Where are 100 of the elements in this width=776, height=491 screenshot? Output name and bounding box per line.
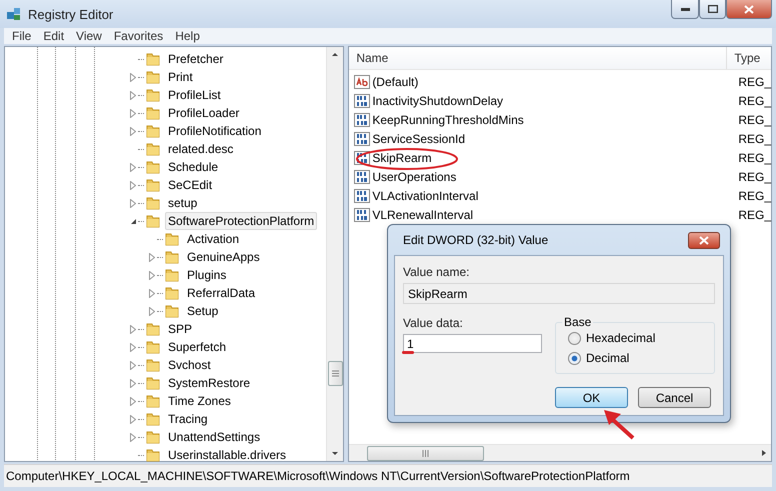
expand-icon[interactable] [149, 288, 155, 298]
value-name[interactable]: VLActivationInterval [370, 188, 732, 202]
tree-item[interactable]: GenuineApps [184, 248, 263, 266]
scrollbar[interactable] [326, 47, 344, 461]
tree-item[interactable]: SeCEdit [165, 176, 216, 194]
value-name-field[interactable]: SkipRearm [403, 283, 715, 304]
close-icon [744, 4, 754, 14]
menu-item[interactable]: Help [169, 28, 206, 44]
close-button[interactable] [688, 232, 720, 248]
folder-icon [145, 411, 161, 427]
tree-item[interactable]: SystemRestore [165, 374, 254, 392]
tree-item[interactable]: Schedule [165, 158, 222, 176]
tree-item[interactable]: SPP [165, 320, 196, 338]
tree-item[interactable]: ProfileNotification [165, 122, 264, 140]
scroll-right-icon[interactable] [761, 449, 767, 457]
binary-value-icon [354, 188, 370, 204]
value-name[interactable]: KeepRunningThresholdMins [370, 112, 732, 126]
value-type: REG_ [737, 94, 771, 108]
value-name[interactable]: UserOperations [370, 170, 732, 184]
folder-icon [164, 231, 180, 247]
close-button[interactable] [726, 0, 772, 19]
underline-mark [402, 351, 414, 354]
tree-item[interactable]: ProfileLoader [165, 104, 242, 122]
tree-item[interactable]: Print [165, 68, 196, 86]
value-name[interactable]: (Default) [370, 74, 732, 88]
tree-item[interactable]: Plugins [184, 266, 230, 284]
tree-item[interactable]: SoftwareProtectionPlatform [165, 212, 318, 230]
expand-icon[interactable] [149, 252, 155, 262]
tree-item[interactable]: Tracing [165, 410, 211, 428]
maximize-button[interactable] [699, 0, 726, 19]
radio-option[interactable]: Decimal [568, 351, 704, 365]
folder-icon [145, 69, 161, 85]
expand-icon[interactable] [130, 342, 136, 352]
ok-button[interactable]: OK [555, 387, 628, 408]
collapse-icon[interactable] [130, 218, 136, 224]
menu-item[interactable]: View [70, 28, 108, 44]
value-type: REG_ [737, 170, 771, 184]
tree-item[interactable]: Svchost [165, 356, 214, 374]
expand-icon[interactable] [130, 360, 136, 370]
value-data-field[interactable]: 1 [403, 334, 542, 353]
grip-icon [422, 450, 430, 456]
expand-icon[interactable] [130, 378, 136, 388]
expand-icon[interactable] [130, 108, 136, 118]
folder-icon [145, 159, 161, 175]
tree-item[interactable]: Userinstallable.drivers [165, 446, 290, 464]
folder-icon [145, 213, 161, 229]
arrow-icon [604, 410, 634, 440]
expand-icon[interactable] [130, 432, 136, 442]
value-name[interactable]: VLRenewalInterval [370, 208, 732, 222]
minimize-icon [680, 8, 690, 10]
key-path: Computer\HKEY_LOCAL_MACHINE\SOFTWARE\Microsoft\Windows NT\CurrentVersion\SoftwareProtectionPlatform [6, 469, 630, 483]
expand-icon[interactable] [130, 162, 136, 172]
value-type: REG_ [737, 188, 771, 202]
folder-icon [145, 141, 161, 157]
value-name[interactable]: ServiceSessionId [370, 132, 732, 146]
tree-item[interactable]: Activation [184, 230, 242, 248]
tree-item[interactable]: Setup [184, 302, 222, 320]
expand-icon[interactable] [130, 198, 136, 208]
close-icon [699, 236, 709, 244]
tree-item[interactable]: related.desc [165, 140, 236, 158]
binary-value-icon [354, 92, 370, 108]
tree-item[interactable]: ProfileList [165, 86, 224, 104]
binary-value-icon [354, 130, 370, 146]
tree-item[interactable]: Prefetcher [165, 50, 226, 68]
folder-icon [145, 447, 161, 463]
column-header[interactable]: Type [727, 47, 771, 69]
expand-icon[interactable] [130, 324, 136, 334]
maximize-icon [708, 5, 718, 13]
binary-value-icon [354, 168, 370, 184]
folder-icon [164, 285, 180, 301]
tree-item[interactable]: UnattendSettings [165, 428, 264, 446]
folder-icon [164, 249, 180, 265]
tree-item[interactable]: Superfetch [165, 338, 230, 356]
binary-value-icon [354, 206, 370, 222]
expand-icon[interactable] [130, 180, 136, 190]
folder-icon [145, 105, 161, 121]
value-name[interactable]: InactivityShutdownDelay [370, 94, 732, 108]
expand-icon[interactable] [130, 90, 136, 100]
expand-icon[interactable] [130, 72, 136, 82]
column-header[interactable]: Name [349, 47, 728, 69]
folder-icon [145, 51, 161, 67]
expand-icon[interactable] [149, 270, 155, 280]
expand-icon[interactable] [130, 396, 136, 406]
tree-item[interactable]: Time Zones [165, 392, 234, 410]
menu-item[interactable]: Edit [37, 28, 70, 44]
tree-item[interactable]: ReferralData [184, 284, 258, 302]
radio-option[interactable]: Hexadecimal [568, 331, 704, 345]
expand-icon[interactable] [149, 306, 155, 316]
folder-icon [164, 303, 180, 319]
cancel-button[interactable]: Cancel [638, 387, 711, 408]
minimize-button[interactable] [671, 0, 699, 19]
menu-item[interactable]: File [6, 28, 38, 44]
expand-icon[interactable] [130, 414, 136, 424]
scrollbar[interactable] [349, 444, 771, 461]
expand-icon[interactable] [130, 126, 136, 136]
value-name[interactable]: SkipRearm [370, 150, 732, 164]
dialog-title: Edit DWORD (32-bit) Value [403, 233, 548, 247]
tree-item[interactable]: setup [165, 194, 200, 212]
folder-icon [145, 123, 161, 139]
menu-item[interactable]: Favorites [108, 28, 170, 44]
